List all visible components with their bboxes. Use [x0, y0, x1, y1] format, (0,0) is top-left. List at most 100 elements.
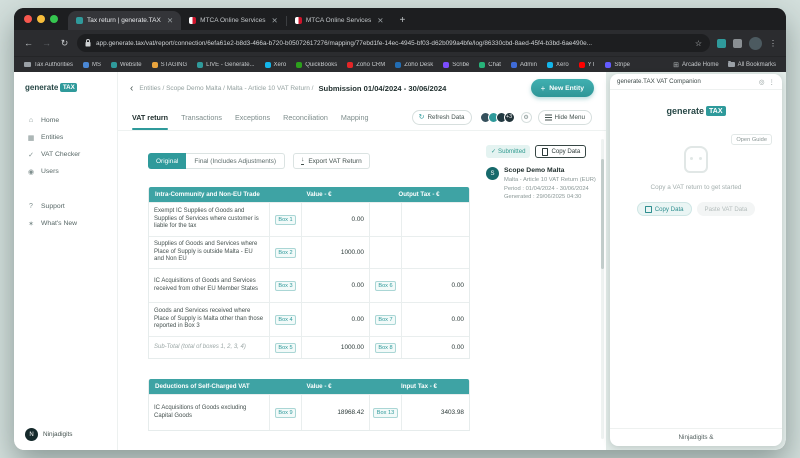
tab-title: Tax return | generate.TAX: [87, 17, 161, 24]
refresh-data-button[interactable]: ↻ Refresh Data: [412, 110, 472, 125]
favicon: [605, 62, 611, 68]
bookmark-item[interactable]: MS: [83, 62, 101, 68]
new-tab-button[interactable]: +: [400, 15, 406, 26]
bookmark-item[interactable]: Xero: [265, 62, 287, 68]
tab-reconciliation[interactable]: Reconciliation: [283, 113, 328, 122]
close-tab-icon[interactable]: ✕: [272, 16, 278, 25]
toggle-final[interactable]: Final (Includes Adjustments): [186, 153, 285, 169]
favicon: [265, 62, 271, 68]
more-avatars-badge[interactable]: +3: [504, 112, 515, 123]
row-description: IC Acquisitions of Goods excluding Capit…: [149, 395, 269, 430]
sidebar-item-label: Support: [41, 203, 65, 210]
bookmark-item[interactable]: Website: [111, 62, 142, 68]
address-bar[interactable]: app.generate.tax/vat/report/connection/6…: [77, 34, 710, 52]
all-bookmarks-button[interactable]: All Bookmarks: [728, 62, 776, 68]
subtotal-row: Sub-Total (total of boxes 1, 2, 3, 4) Bo…: [149, 336, 469, 358]
row-description: IC Acquisitions of Goods and Services re…: [149, 269, 269, 302]
companion-footer[interactable]: Ninjadigits &: [610, 428, 782, 446]
toggle-original[interactable]: Original: [148, 153, 186, 169]
breadcrumb[interactable]: Entities / Scope Demo Malta / Malta - Ar…: [139, 85, 313, 92]
close-tab-icon[interactable]: ✕: [377, 16, 383, 25]
scrollbar-thumb[interactable]: [601, 159, 604, 269]
tab-vat-return[interactable]: VAT return: [132, 113, 168, 122]
sidebar-item-entities[interactable]: ▦ Entities: [14, 129, 117, 146]
favicon: [547, 62, 553, 68]
forward-icon[interactable]: →: [41, 38, 52, 48]
close-window-button[interactable]: [24, 15, 32, 23]
refresh-label: Refresh Data: [427, 114, 464, 121]
bookmark-label: YT: [588, 62, 596, 68]
browser-menu-icon[interactable]: ⋮: [769, 39, 777, 48]
back-icon[interactable]: ←: [23, 38, 34, 48]
download-icon: ↓: [301, 157, 304, 165]
bookmark-item[interactable]: Xero: [547, 62, 569, 68]
logo-badge: TAX: [60, 83, 77, 92]
bookmark-label: Admin: [520, 62, 537, 68]
bookmark-item[interactable]: YT: [579, 62, 596, 68]
refresh-icon: ↻: [419, 113, 425, 121]
back-chevron-icon[interactable]: ‹: [130, 83, 133, 94]
favicon: [579, 62, 585, 68]
reload-icon[interactable]: ↻: [59, 38, 70, 49]
app-logo[interactable]: generate TAX: [14, 83, 117, 92]
extensions-puzzle-icon[interactable]: [733, 39, 742, 48]
sidebar-item-users[interactable]: ◉ Users: [14, 163, 117, 180]
sidebar-item-home[interactable]: ⌂ Home: [14, 112, 117, 129]
zoom-window-button[interactable]: [50, 15, 58, 23]
browser-profile-avatar[interactable]: [749, 37, 762, 50]
tab-exceptions[interactable]: Exceptions: [235, 113, 270, 122]
sidebar-item-vat-checker[interactable]: ✓ VAT Checker: [14, 146, 117, 163]
browser-tab[interactable]: MTCA Online Services ✕: [181, 11, 286, 30]
tab-transactions[interactable]: Transactions: [181, 113, 222, 122]
open-guide-button[interactable]: Open Guide: [731, 134, 772, 145]
bookmark-item[interactable]: Chat: [479, 62, 501, 68]
status-row: ✓ Submitted Copy Data: [486, 145, 586, 158]
value-cell: 0.00: [401, 337, 469, 358]
plus-icon: +: [541, 84, 546, 93]
copy-data-button[interactable]: Copy Data: [535, 145, 586, 158]
gear-icon[interactable]: ⚙: [521, 112, 532, 123]
content-scrollbar[interactable]: [601, 139, 604, 439]
browser-tab[interactable]: MTCA Online Services ✕: [287, 11, 392, 30]
bookmark-item[interactable]: LIVE - Generate...: [197, 62, 254, 68]
bookmark-item[interactable]: QuickBooks: [296, 62, 337, 68]
bookmark-item[interactable]: Stripe: [605, 62, 630, 68]
browser-tab-active[interactable]: Tax return | generate.TAX ✕: [68, 11, 181, 30]
hide-menu-button[interactable]: Hide Menu: [538, 110, 592, 125]
collaborator-avatars[interactable]: +3: [480, 112, 515, 123]
companion-copy-data-button[interactable]: Copy Data: [637, 202, 692, 216]
bookmark-item[interactable]: Tax Authorities: [24, 62, 73, 68]
bookmark-label: Zoho CRM: [356, 62, 385, 68]
new-entity-button[interactable]: + New Entity: [531, 79, 594, 97]
bookmark-item[interactable]: Scribe: [443, 62, 469, 68]
companion-paste-button[interactable]: Paste VAT Data: [697, 202, 756, 216]
favicon: [395, 62, 401, 68]
companion-title: generate.TAX VAT Companion: [617, 78, 755, 85]
bookmark-label: Zoho Desk: [404, 62, 433, 68]
new-entity-label: New Entity: [549, 85, 584, 92]
bookmark-item[interactable]: Admin: [511, 62, 537, 68]
minimize-window-button[interactable]: [37, 15, 45, 23]
bookmark-item[interactable]: Zoho Desk: [395, 62, 433, 68]
panel-menu-icon[interactable]: ⋮: [769, 78, 776, 86]
bookmark-star-icon[interactable]: ☆: [695, 39, 702, 48]
companion-buttons: Copy Data Paste VAT Data: [637, 202, 755, 216]
close-tab-icon[interactable]: ✕: [167, 16, 173, 25]
sidebar-item-support[interactable]: ? Support: [14, 198, 117, 215]
generate-extension-icon[interactable]: [717, 39, 726, 48]
bookmark-label: MS: [92, 62, 101, 68]
favicon: [511, 62, 517, 68]
sidebar-user-menu[interactable]: N Ninjadigits: [14, 428, 117, 441]
entity-summary: S Scope Demo Malta Malta - Article 10 VA…: [486, 167, 602, 202]
sidebar-item-whats-new[interactable]: ✶ What's New: [14, 215, 117, 232]
value-cell: 0.00: [301, 203, 369, 236]
bookmark-item[interactable]: Zoho CRM: [347, 62, 385, 68]
export-vat-return-button[interactable]: ↓ Export VAT Return: [293, 153, 370, 169]
eye-icon[interactable]: ◎: [759, 78, 765, 86]
bookmark-label: Arcade Home: [682, 62, 719, 68]
arcade-home-bookmark[interactable]: ⊞Arcade Home: [673, 61, 719, 69]
vat-return-content: Original Final (Includes Adjustments) ↓ …: [118, 131, 606, 450]
copy-label: Copy Data: [655, 206, 684, 213]
tab-mapping[interactable]: Mapping: [341, 113, 369, 122]
bookmark-item[interactable]: STAGING: [152, 62, 188, 68]
